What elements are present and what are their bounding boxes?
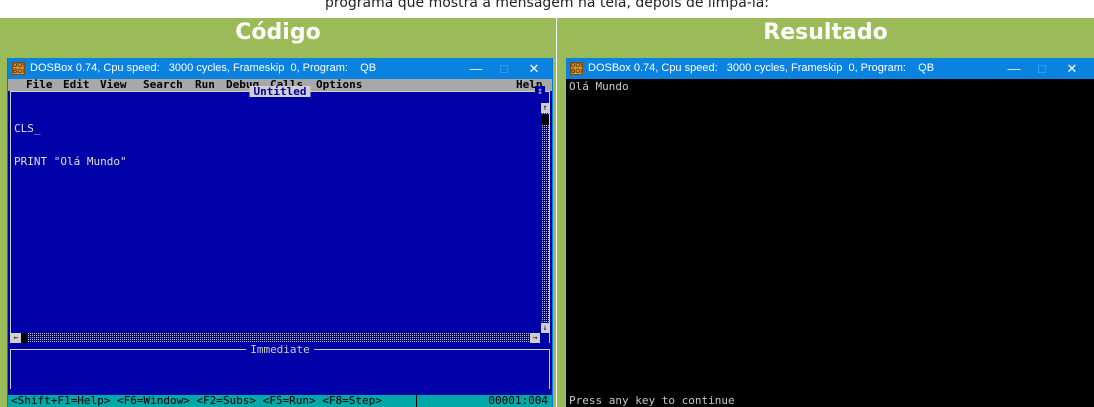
- code-line: PRINT "Olá Mundo": [14, 155, 127, 168]
- code-line: CLS_: [14, 122, 41, 135]
- code-editor-text[interactable]: CLS_ PRINT "Olá Mundo": [14, 101, 127, 189]
- scroll-right-arrow-icon[interactable]: →: [530, 333, 540, 343]
- window-titlebar[interactable]: DOS BOX DOSBox 0.74, Cpu speed: 3000 cyc…: [566, 58, 1094, 79]
- menu-view[interactable]: View: [100, 79, 127, 91]
- window-titlebar[interactable]: DOS BOX DOSBox 0.74, Cpu speed: 3000 cyc…: [8, 58, 552, 79]
- shortcut-hints: <Shift+F1=Help> <F6=Window> <F2=Subs> <F…: [11, 394, 382, 407]
- menu-edit[interactable]: Edit: [63, 79, 90, 91]
- editor-window[interactable]: Untitled ↕ CLS_ PRINT "Olá Mundo" ↑ ↓ ← …: [10, 86, 550, 343]
- immediate-title: Immediate: [246, 344, 314, 355]
- vertical-scrollbar[interactable]: ↑ ↓: [541, 103, 549, 333]
- dosbox-window-result[interactable]: DOS BOX DOSBox 0.74, Cpu speed: 3000 cyc…: [566, 58, 1094, 407]
- menu-file[interactable]: File: [26, 79, 53, 91]
- close-button[interactable]: ✕: [520, 58, 548, 79]
- menu-options[interactable]: Options: [316, 79, 362, 91]
- program-output-screen[interactable]: Olá Mundo Press any key to continue: [566, 79, 1094, 407]
- menu-search[interactable]: Search: [143, 79, 183, 91]
- horizontal-scrollbar[interactable]: ← →: [11, 333, 540, 343]
- window-title: DOSBox 0.74, Cpu speed: 3000 cycles, Fra…: [30, 62, 377, 74]
- qbasic-screen[interactable]: File Edit View Search Run Debug Calls Op…: [8, 79, 552, 407]
- minimize-button[interactable]: —: [462, 58, 490, 79]
- close-button[interactable]: ✕: [1058, 58, 1086, 79]
- immediate-window[interactable]: Immediate: [10, 344, 550, 389]
- cursor-position: 00001:004: [488, 394, 548, 407]
- result-panel-header: Resultado: [763, 20, 888, 45]
- dosbox-app-icon: DOS BOX: [570, 62, 583, 75]
- scroll-down-arrow-icon[interactable]: ↓: [541, 323, 549, 333]
- status-bar: <Shift+F1=Help> <F6=Window> <F2=Subs> <F…: [8, 395, 552, 407]
- scroll-up-arrow-icon[interactable]: ↑: [541, 103, 549, 113]
- status-divider: [416, 395, 417, 407]
- horizontal-scroll-thumb[interactable]: [21, 333, 27, 343]
- caption-strip: programa que mostra a mensagem na tela, …: [324, 0, 770, 11]
- minimize-button[interactable]: —: [1000, 58, 1028, 79]
- dosbox-window-code[interactable]: DOS BOX DOSBox 0.74, Cpu speed: 3000 cyc…: [7, 58, 553, 407]
- continue-prompt: Press any key to continue: [569, 394, 735, 407]
- vertical-scroll-thumb[interactable]: [541, 115, 549, 125]
- menu-run[interactable]: Run: [195, 79, 215, 91]
- code-panel: Código DOS BOX DOSBox 0.74, Cpu speed: 3…: [0, 18, 556, 407]
- output-text: Olá Mundo: [569, 80, 629, 93]
- maximize-button[interactable]: □: [490, 58, 518, 79]
- document-title: Untitled: [249, 86, 311, 97]
- window-title: DOSBox 0.74, Cpu speed: 3000 cycles, Fra…: [588, 62, 935, 74]
- code-panel-header: Código: [235, 20, 321, 45]
- maximize-editor-icon[interactable]: ↕: [534, 86, 545, 97]
- dosbox-app-icon: DOS BOX: [12, 62, 25, 75]
- result-panel: Resultado DOS BOX DOSBox 0.74, Cpu speed…: [557, 18, 1094, 407]
- scroll-left-arrow-icon[interactable]: ←: [11, 333, 21, 343]
- maximize-button[interactable]: □: [1028, 58, 1056, 79]
